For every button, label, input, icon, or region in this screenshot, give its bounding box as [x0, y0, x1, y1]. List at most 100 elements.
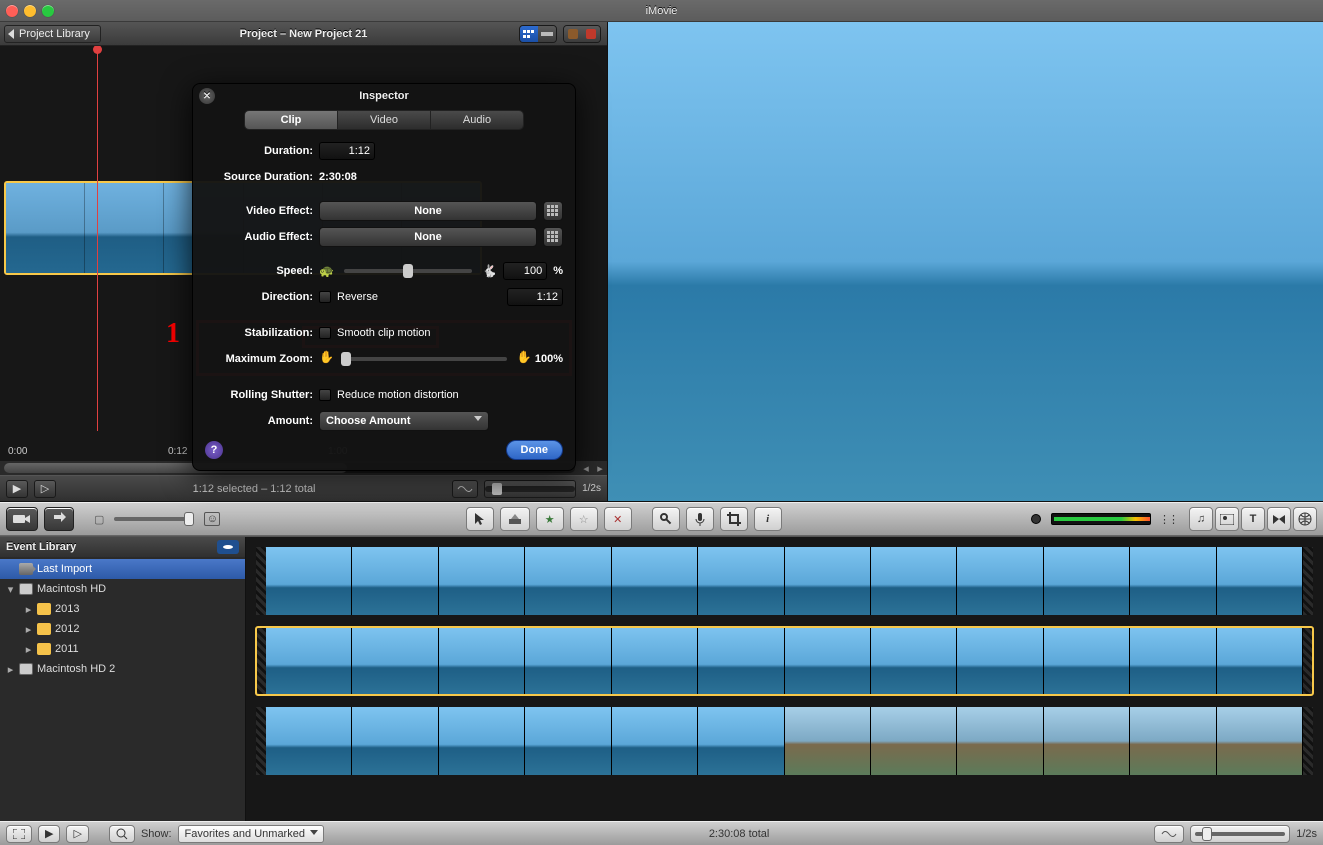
row-direction: Direction: Reverse [193, 284, 575, 310]
maps-browser-button[interactable] [1293, 507, 1317, 531]
camera-icon [19, 563, 33, 575]
scroll-left-icon[interactable]: ◂ [579, 462, 593, 475]
audio-effect-browser-icon[interactable] [543, 227, 563, 247]
tree-year-2013[interactable]: ▸2013 [0, 599, 245, 619]
slider-knob[interactable] [1202, 827, 1212, 841]
event-filmstrip[interactable] [256, 707, 1313, 775]
playhead[interactable] [97, 46, 98, 431]
favorite-button[interactable]: ★ [536, 507, 564, 531]
transitions-browser-button[interactable] [1267, 507, 1291, 531]
audio-meter-toggle-icon[interactable] [1031, 514, 1041, 524]
marker-red-icon[interactable] [582, 26, 600, 42]
tree-label: Macintosh HD [37, 583, 106, 595]
thumbnail-size-slider[interactable] [485, 486, 575, 492]
show-filter-select[interactable]: Favorites and Unmarked [178, 825, 324, 843]
arrow-tool-button[interactable] [466, 507, 494, 531]
project-layout-seg [519, 25, 557, 43]
event-browser[interactable] [246, 537, 1323, 821]
duration-field[interactable] [319, 142, 375, 160]
tree-mac-hd[interactable]: ▾Macintosh HD [0, 579, 245, 599]
harddrive-icon [19, 663, 33, 675]
layout-wrap-icon[interactable] [520, 26, 538, 42]
person-icon[interactable]: ☺ [204, 512, 220, 526]
speed-time-field[interactable] [507, 288, 563, 306]
keyword-button[interactable] [652, 507, 680, 531]
tree-mac-hd-2[interactable]: ▸Macintosh HD 2 [0, 659, 245, 679]
smooth-clip-checkbox[interactable] [319, 327, 331, 339]
reject-button[interactable]: ✕ [604, 507, 632, 531]
max-zoom-label: Maximum Zoom: [205, 353, 313, 365]
speed-slider[interactable] [344, 269, 472, 273]
event-thumbnail-slider[interactable] [114, 517, 194, 521]
import-camera-button[interactable] [6, 507, 38, 531]
viewer[interactable] [608, 22, 1323, 501]
tree-year-2011[interactable]: ▸2011 [0, 639, 245, 659]
play-step-button[interactable]: ▷ [66, 825, 88, 843]
scroll-right-icon[interactable]: ▸ [593, 462, 607, 475]
tree-last-import[interactable]: Last Import [0, 559, 245, 579]
reverse-checkbox[interactable] [319, 291, 331, 303]
project-toolbar: ▶ ▷ 1:12 selected – 1:12 total 1/2s [0, 475, 607, 501]
play-button[interactable]: ▶ [6, 480, 28, 498]
fullscreen-button[interactable] [6, 825, 32, 843]
slider-knob[interactable] [403, 264, 413, 278]
layout-single-icon[interactable] [538, 26, 556, 42]
event-filmstrip[interactable] [256, 547, 1313, 615]
event-zoom-slider[interactable] [1195, 832, 1285, 836]
event-library-header: Event Library [0, 537, 245, 557]
music-browser-button[interactable]: ♫ [1189, 507, 1213, 531]
speed-label: Speed: [205, 265, 313, 277]
waveform-toggle-icon[interactable] [452, 480, 478, 498]
tab-clip[interactable]: Clip [245, 111, 338, 129]
unmark-button[interactable]: ☆ [570, 507, 598, 531]
titles-browser-button[interactable]: T [1241, 507, 1265, 531]
event-filmstrip[interactable] [256, 627, 1313, 695]
frame-toggle-icon[interactable]: ▢ [94, 513, 104, 526]
help-button[interactable]: ? [205, 441, 223, 459]
max-zoom-slider[interactable] [341, 357, 507, 361]
done-button[interactable]: Done [506, 440, 564, 460]
rolling-shutter-checkbox[interactable] [319, 389, 331, 401]
voiceover-button[interactable] [686, 507, 714, 531]
crop-button[interactable] [720, 507, 748, 531]
media-browser-icons: ♫ T [1189, 507, 1317, 531]
calendar-icon [37, 623, 51, 635]
audio-effect-button[interactable]: None [319, 227, 537, 247]
row-stabilization: Stabilization: Smooth clip motion [193, 320, 575, 346]
row-audio-effect: Audio Effect: None [193, 224, 575, 250]
disk-view-button[interactable] [217, 540, 239, 554]
total-duration: 2:30:08 total [709, 828, 770, 840]
waveform-toggle-button[interactable] [1154, 825, 1184, 843]
scale-label: 1/2s [582, 483, 601, 494]
inspector-title: Inspector [359, 90, 409, 102]
photo-browser-button[interactable] [1215, 507, 1239, 531]
video-effect-browser-icon[interactable] [543, 201, 563, 221]
row-rolling-shutter: Rolling Shutter: Reduce motion distortio… [193, 382, 575, 408]
tab-video[interactable]: Video [338, 111, 431, 129]
inspector-button[interactable]: i [754, 507, 782, 531]
slider-knob[interactable] [184, 512, 194, 526]
marker-brown-icon[interactable] [564, 26, 582, 42]
edit-tool-button[interactable] [500, 507, 530, 531]
play-event-button[interactable]: ▶ [38, 825, 60, 843]
play-selection-button[interactable]: ▷ [34, 480, 56, 498]
slider-knob[interactable] [492, 483, 502, 495]
percent-suffix: % [553, 265, 563, 277]
slider-knob[interactable] [341, 352, 351, 366]
meter-menu-icon[interactable]: ⋮⋮ [1159, 513, 1177, 526]
amount-label: Amount: [205, 415, 313, 427]
direction-label: Direction: [205, 291, 313, 303]
amount-select[interactable]: Choose Amount [319, 411, 489, 431]
inspector-close-button[interactable]: ✕ [199, 88, 215, 104]
duration-label: Duration: [205, 145, 313, 157]
tree-year-2012[interactable]: ▸2012 [0, 619, 245, 639]
search-button[interactable] [109, 825, 135, 843]
inspector-titlebar[interactable]: ✕ Inspector [193, 84, 575, 108]
window-titlebar: iMovie [0, 0, 1323, 22]
tab-audio[interactable]: Audio [431, 111, 523, 129]
window-title: iMovie [0, 5, 1323, 17]
video-effect-button[interactable]: None [319, 201, 537, 221]
tree-label: Last Import [37, 563, 92, 575]
swap-panes-button[interactable] [44, 507, 74, 531]
speed-percent-field[interactable] [503, 262, 547, 280]
